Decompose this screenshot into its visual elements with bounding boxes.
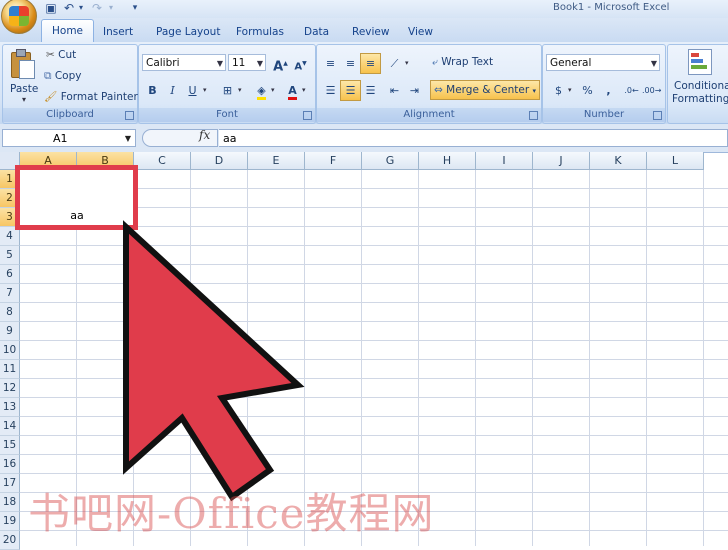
- red-arrow-icon: [123, 220, 305, 502]
- watermark-text: 书吧网-Office教程网: [28, 489, 435, 538]
- pointer-arrow-overlay: [123, 220, 305, 502]
- office-logo-icon: [9, 6, 29, 26]
